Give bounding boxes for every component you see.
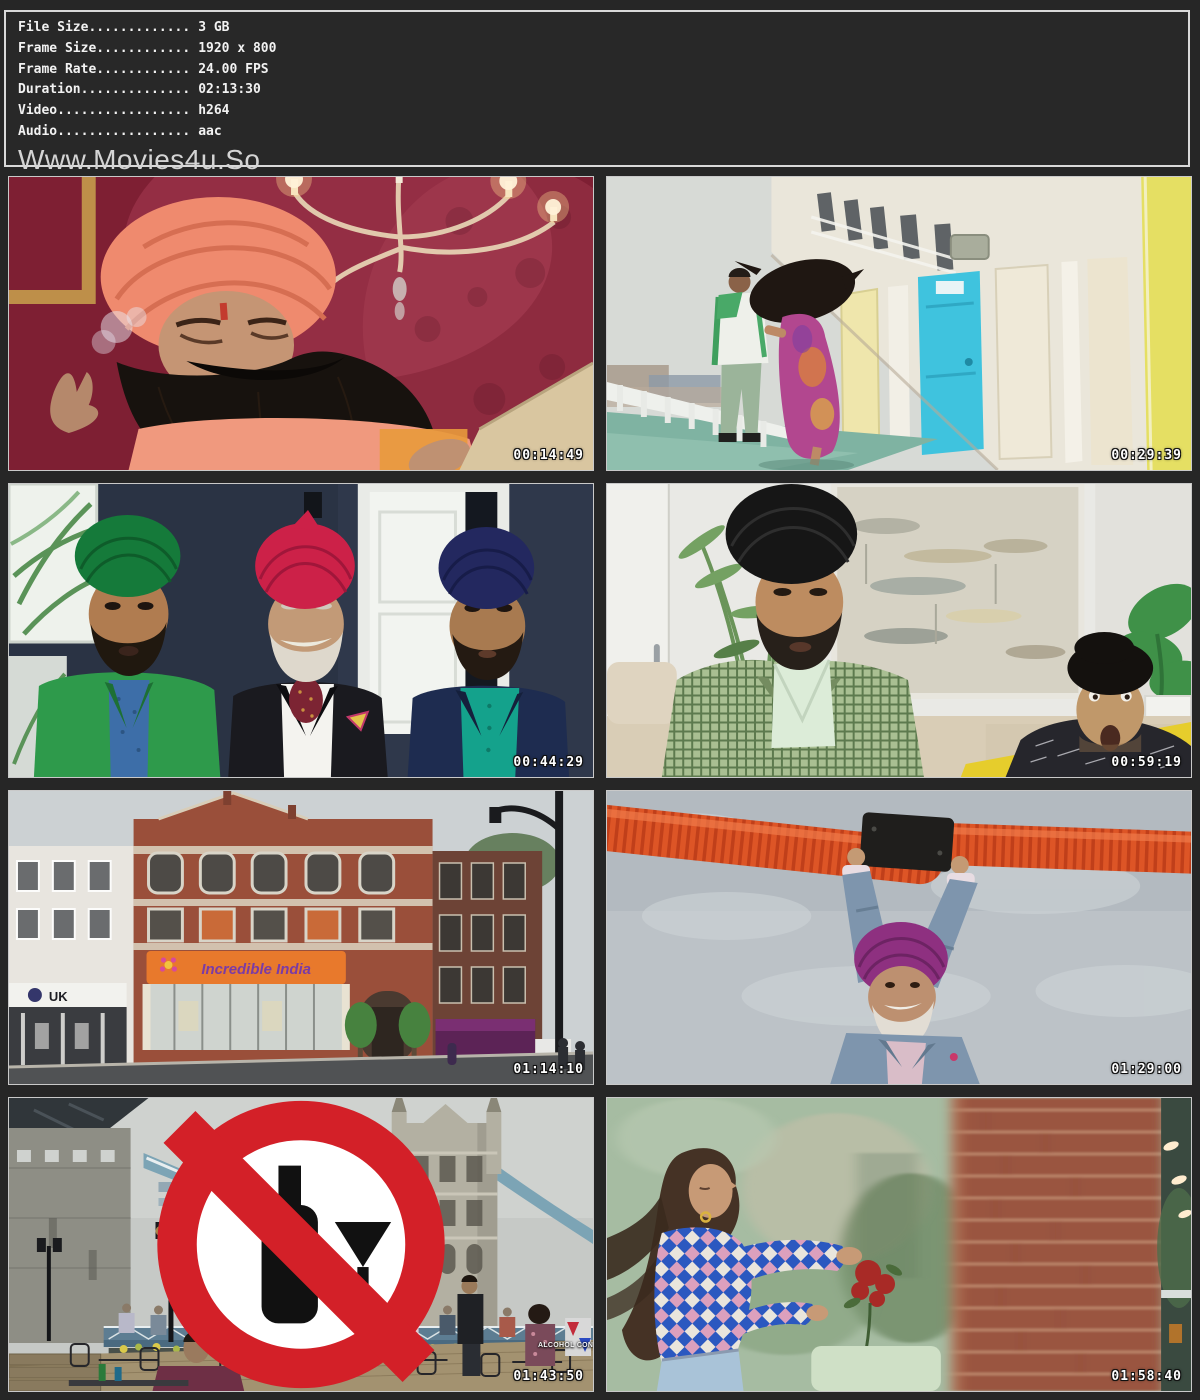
movie-still-2-art [607,177,1191,470]
info-label: File Size............. [18,20,190,35]
timestamp-overlay: 01:43:50 [513,1369,584,1384]
info-value: 1920 x 800 [198,41,276,56]
site-watermark: Www.Movies4u.So [18,144,1188,176]
timestamp-overlay: 01:14:10 [513,1062,584,1077]
info-row-frame-rate: Frame Rate............ 24.00 FPS [18,60,1188,81]
movie-still-5-art: UK [9,791,593,1084]
info-value: aac [198,124,221,139]
info-value: 02:13:30 [198,82,261,97]
timestamp-overlay: 00:14:49 [513,448,584,463]
movie-still-1-art [9,177,593,470]
screenshot-grid: 00:14:49 [8,176,1192,1392]
timestamp-overlay: 00:44:29 [513,755,584,770]
uk-store-logo-text: UK [49,989,68,1004]
info-value: 24.00 FPS [198,62,268,77]
info-label: Video................. [18,103,190,118]
media-info-box: File Size............. 3 GB Frame Size...… [4,10,1190,167]
screenshot-1[interactable]: 00:14:49 [8,176,594,471]
info-value: h264 [198,103,229,118]
timestamp-overlay: 00:29:39 [1111,448,1182,463]
info-value: 3 GB [198,20,229,35]
movie-still-8-art [607,1098,1191,1391]
info-label: Frame Size............ [18,41,190,56]
screenshot-8[interactable]: 01:58:40 [606,1097,1192,1392]
info-row-video: Video................. h264 [18,101,1188,122]
info-row-file-size: File Size............. 3 GB [18,18,1188,39]
info-row-duration: Duration.............. 02:13:30 [18,80,1188,101]
movie-still-6-art [607,791,1191,1084]
screenshot-7[interactable]: ALCOHOL CONSUMPTION IS INJURIO 01:43:50 [8,1097,594,1392]
info-label: Audio................. [18,124,190,139]
movie-still-3-art [9,484,593,777]
movie-still-4-art [607,484,1191,777]
timestamp-overlay: 01:58:40 [1111,1369,1182,1384]
info-label: Duration.............. [18,82,190,97]
timestamp-overlay: 00:59:19 [1111,755,1182,770]
screenshot-3[interactable]: 00:44:29 [8,483,594,778]
info-row-audio: Audio................. aac [18,122,1188,143]
screenshot-2[interactable]: 00:29:39 [606,176,1192,471]
screenshot-4[interactable]: 00:59:19 [606,483,1192,778]
incredible-india-sign-text: Incredible India [201,961,311,978]
timestamp-overlay: 01:29:00 [1111,1062,1182,1077]
screenshot-6[interactable]: 01:29:00 [606,790,1192,1085]
no-alcohol-icon [9,1098,593,1391]
screenshot-5[interactable]: UK [8,790,594,1085]
info-label: Frame Rate............ [18,62,190,77]
info-row-frame-size: Frame Size............ 1920 x 800 [18,39,1188,60]
